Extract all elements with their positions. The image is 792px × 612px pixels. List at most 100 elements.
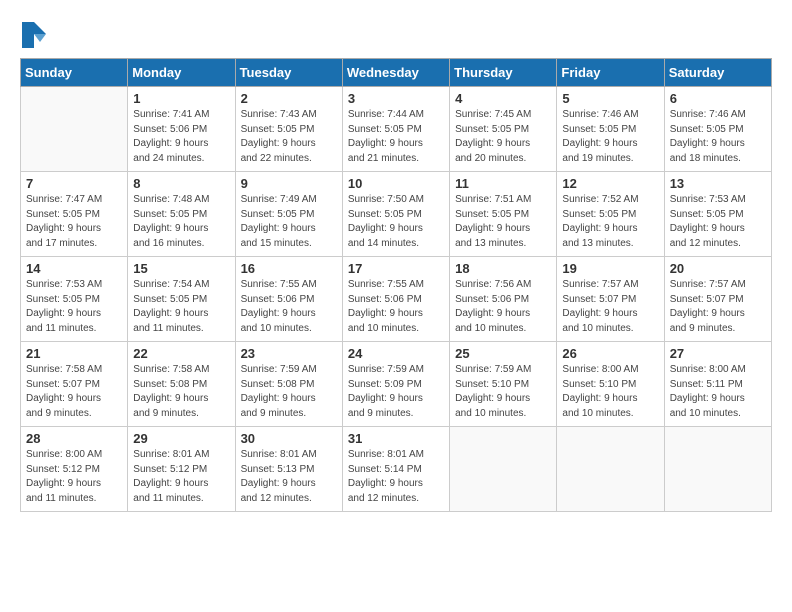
calendar-cell: 1 Sunrise: 7:41 AM Sunset: 5:06 PM Daylig… [128,87,235,172]
calendar-cell: 16 Sunrise: 7:55 AM Sunset: 5:06 PM Dayli… [235,257,342,342]
calendar-table: SundayMondayTuesdayWednesdayThursdayFrid… [20,58,772,512]
calendar-cell: 4 Sunrise: 7:45 AM Sunset: 5:05 PM Daylig… [450,87,557,172]
calendar-cell: 10 Sunrise: 7:50 AM Sunset: 5:05 PM Dayli… [342,172,449,257]
day-number: 7 [26,176,122,191]
calendar-cell: 8 Sunrise: 7:48 AM Sunset: 5:05 PM Daylig… [128,172,235,257]
calendar-cell: 6Sunrise: 7:46 AM Sunset: 5:05 PM Daylig… [664,87,771,172]
calendar-cell: 14 Sunrise: 7:53 AM Sunset: 5:05 PM Dayli… [21,257,128,342]
day-number: 11 [455,176,551,191]
day-number: 13 [670,176,766,191]
day-number: 10 [348,176,444,191]
calendar-cell: 25 Sunrise: 7:59 AM Sunset: 5:10 PM Dayli… [450,342,557,427]
week-row-1: 1 Sunrise: 7:41 AM Sunset: 5:06 PM Daylig… [21,87,772,172]
day-number: 12 [562,176,658,191]
day-number: 20 [670,261,766,276]
day-info: Sunrise: 7:51 AM Sunset: 5:05 PM Dayligh… [455,193,551,251]
day-info: Sunrise: 7:44 AM Sunset: 5:05 PM Dayligh… [348,108,444,166]
weekday-sunday: Sunday [21,59,128,87]
day-info: Sunrise: 7:48 AM Sunset: 5:05 PM Dayligh… [133,193,229,251]
day-number: 5 [562,91,658,106]
calendar-cell: 3 Sunrise: 7:44 AM Sunset: 5:05 PM Daylig… [342,87,449,172]
calendar-cell: 5 Sunrise: 7:46 AM Sunset: 5:05 PM Daylig… [557,87,664,172]
page-header [20,20,772,48]
day-info: Sunrise: 7:53 AM Sunset: 5:05 PM Dayligh… [26,278,122,336]
calendar-cell: 26Sunrise: 8:00 AM Sunset: 5:10 PM Dayli… [557,342,664,427]
calendar-cell: 19Sunrise: 7:57 AM Sunset: 5:07 PM Dayli… [557,257,664,342]
calendar-cell: 15Sunrise: 7:54 AM Sunset: 5:05 PM Dayli… [128,257,235,342]
day-number: 28 [26,431,122,446]
day-info: Sunrise: 7:59 AM Sunset: 5:10 PM Dayligh… [455,363,551,421]
day-number: 24 [348,346,444,361]
day-info: Sunrise: 7:52 AM Sunset: 5:05 PM Dayligh… [562,193,658,251]
day-info: Sunrise: 7:53 AM Sunset: 5:05 PM Dayligh… [670,193,766,251]
weekday-tuesday: Tuesday [235,59,342,87]
calendar-cell: 30 Sunrise: 8:01 AM Sunset: 5:13 PM Dayli… [235,427,342,512]
day-info: Sunrise: 7:57 AM Sunset: 5:07 PM Dayligh… [670,278,766,336]
day-info: Sunrise: 7:54 AM Sunset: 5:05 PM Dayligh… [133,278,229,336]
day-info: Sunrise: 7:46 AM Sunset: 5:05 PM Dayligh… [562,108,658,166]
day-info: Sunrise: 7:58 AM Sunset: 5:08 PM Dayligh… [133,363,229,421]
weekday-friday: Friday [557,59,664,87]
day-info: Sunrise: 7:41 AM Sunset: 5:06 PM Dayligh… [133,108,229,166]
logo [20,20,52,48]
day-number: 29 [133,431,229,446]
day-info: Sunrise: 8:00 AM Sunset: 5:12 PM Dayligh… [26,448,122,506]
day-number: 4 [455,91,551,106]
calendar-cell: 18Sunrise: 7:56 AM Sunset: 5:06 PM Dayli… [450,257,557,342]
calendar-cell: 9 Sunrise: 7:49 AM Sunset: 5:05 PM Daylig… [235,172,342,257]
logo-icon [20,20,48,48]
week-row-4: 21Sunrise: 7:58 AM Sunset: 5:07 PM Dayli… [21,342,772,427]
day-number: 3 [348,91,444,106]
day-info: Sunrise: 8:00 AM Sunset: 5:11 PM Dayligh… [670,363,766,421]
day-info: Sunrise: 8:01 AM Sunset: 5:13 PM Dayligh… [241,448,337,506]
day-info: Sunrise: 7:47 AM Sunset: 5:05 PM Dayligh… [26,193,122,251]
day-info: Sunrise: 7:43 AM Sunset: 5:05 PM Dayligh… [241,108,337,166]
day-number: 25 [455,346,551,361]
calendar-cell: 27 Sunrise: 8:00 AM Sunset: 5:11 PM Dayli… [664,342,771,427]
day-info: Sunrise: 7:55 AM Sunset: 5:06 PM Dayligh… [241,278,337,336]
day-number: 23 [241,346,337,361]
calendar-cell: 20 Sunrise: 7:57 AM Sunset: 5:07 PM Dayli… [664,257,771,342]
calendar-cell: 7 Sunrise: 7:47 AM Sunset: 5:05 PM Daylig… [21,172,128,257]
calendar-cell: 28 Sunrise: 8:00 AM Sunset: 5:12 PM Dayli… [21,427,128,512]
day-info: Sunrise: 7:49 AM Sunset: 5:05 PM Dayligh… [241,193,337,251]
day-number: 14 [26,261,122,276]
day-info: Sunrise: 8:00 AM Sunset: 5:10 PM Dayligh… [562,363,658,421]
calendar-cell: 24 Sunrise: 7:59 AM Sunset: 5:09 PM Dayli… [342,342,449,427]
day-number: 18 [455,261,551,276]
day-info: Sunrise: 7:59 AM Sunset: 5:09 PM Dayligh… [348,363,444,421]
calendar-cell [450,427,557,512]
calendar-cell: 13 Sunrise: 7:53 AM Sunset: 5:05 PM Dayli… [664,172,771,257]
calendar-cell: 17Sunrise: 7:55 AM Sunset: 5:06 PM Dayli… [342,257,449,342]
calendar-cell: 12 Sunrise: 7:52 AM Sunset: 5:05 PM Dayli… [557,172,664,257]
week-row-2: 7 Sunrise: 7:47 AM Sunset: 5:05 PM Daylig… [21,172,772,257]
calendar-cell: 29 Sunrise: 8:01 AM Sunset: 5:12 PM Dayli… [128,427,235,512]
weekday-monday: Monday [128,59,235,87]
day-number: 30 [241,431,337,446]
calendar-cell: 21Sunrise: 7:58 AM Sunset: 5:07 PM Dayli… [21,342,128,427]
day-number: 27 [670,346,766,361]
day-number: 21 [26,346,122,361]
day-info: Sunrise: 7:50 AM Sunset: 5:05 PM Dayligh… [348,193,444,251]
day-number: 1 [133,91,229,106]
calendar-cell [557,427,664,512]
weekday-saturday: Saturday [664,59,771,87]
calendar-cell [21,87,128,172]
day-number: 31 [348,431,444,446]
day-number: 16 [241,261,337,276]
calendar-cell: 31 Sunrise: 8:01 AM Sunset: 5:14 PM Dayli… [342,427,449,512]
weekday-wednesday: Wednesday [342,59,449,87]
week-row-3: 14 Sunrise: 7:53 AM Sunset: 5:05 PM Dayli… [21,257,772,342]
day-info: Sunrise: 8:01 AM Sunset: 5:12 PM Dayligh… [133,448,229,506]
day-info: Sunrise: 8:01 AM Sunset: 5:14 PM Dayligh… [348,448,444,506]
calendar-cell: 22Sunrise: 7:58 AM Sunset: 5:08 PM Dayli… [128,342,235,427]
day-info: Sunrise: 7:45 AM Sunset: 5:05 PM Dayligh… [455,108,551,166]
calendar-cell [664,427,771,512]
day-number: 17 [348,261,444,276]
day-number: 9 [241,176,337,191]
calendar-cell: 11 Sunrise: 7:51 AM Sunset: 5:05 PM Dayli… [450,172,557,257]
day-info: Sunrise: 7:46 AM Sunset: 5:05 PM Dayligh… [670,108,766,166]
day-info: Sunrise: 7:59 AM Sunset: 5:08 PM Dayligh… [241,363,337,421]
day-number: 19 [562,261,658,276]
day-number: 8 [133,176,229,191]
